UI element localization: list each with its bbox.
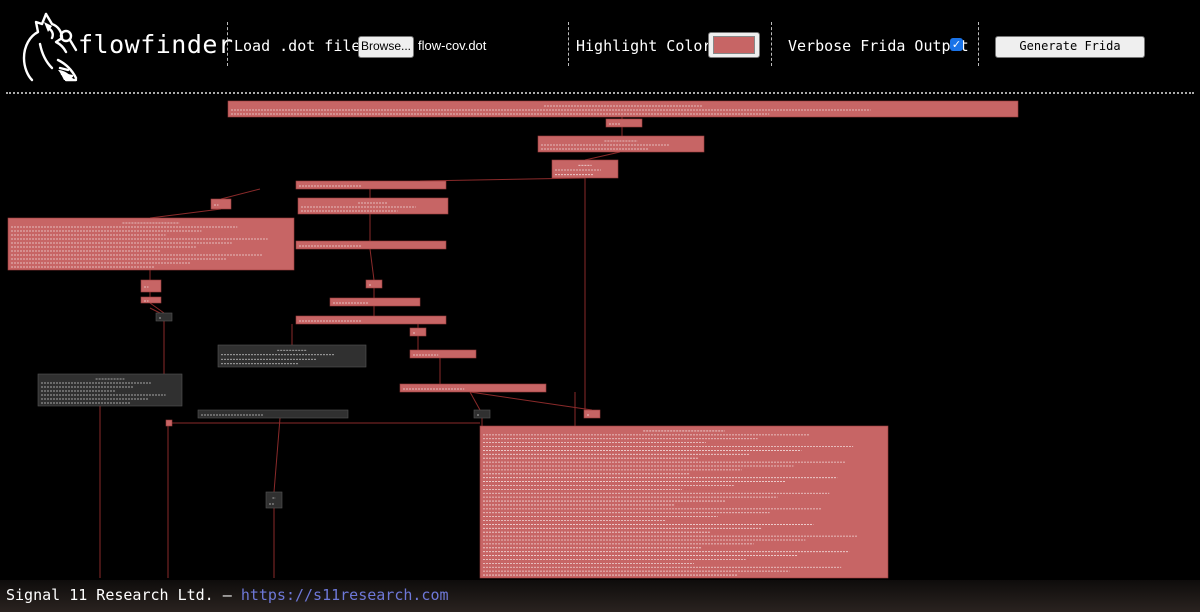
website-link[interactable]: https://s11research.com xyxy=(241,586,449,604)
cfg-node-highlighted[interactable] xyxy=(227,100,1019,118)
cfg-node-highlighted[interactable] xyxy=(409,349,477,359)
cfg-edge xyxy=(149,208,222,219)
cfg-edge xyxy=(584,151,621,161)
cfg-edge xyxy=(469,391,593,411)
load-dot-label: Load .dot file: xyxy=(234,37,370,55)
cfg-node[interactable] xyxy=(265,491,283,509)
divider xyxy=(771,22,772,66)
cfg-node-highlighted[interactable] xyxy=(165,419,173,427)
control-flow-graph[interactable] xyxy=(0,96,1200,580)
cfg-node-highlighted[interactable] xyxy=(295,180,447,190)
cfg-node-highlighted[interactable] xyxy=(537,135,705,153)
cfg-node-highlighted[interactable] xyxy=(409,327,427,337)
cfg-node-highlighted[interactable] xyxy=(605,118,643,128)
cfg-edge xyxy=(220,188,261,200)
divider xyxy=(568,22,569,66)
verbose-frida-checkbox[interactable]: ✓ xyxy=(950,38,963,51)
footer: Signal 11 Research Ltd. – https://s11res… xyxy=(0,580,1200,612)
generate-frida-script-button[interactable]: Generate Frida Script xyxy=(995,36,1145,71)
cfg-node[interactable] xyxy=(37,373,183,407)
company-name: Signal 11 Research Ltd. – xyxy=(6,586,232,604)
cfg-node-highlighted[interactable] xyxy=(7,217,295,271)
cfg-node[interactable] xyxy=(217,344,367,368)
toolbar: flowfinder Load .dot file: Browse... flo… xyxy=(0,0,1200,90)
cfg-node-highlighted[interactable] xyxy=(295,315,447,325)
app-title: flowfinder xyxy=(78,30,234,59)
divider xyxy=(978,22,979,66)
cfg-node-highlighted[interactable] xyxy=(295,240,447,250)
cfg-node-highlighted[interactable] xyxy=(551,159,619,179)
graph-nodes xyxy=(7,100,1019,579)
cfg-node-highlighted[interactable] xyxy=(583,409,601,419)
cfg-node-highlighted[interactable] xyxy=(399,383,547,393)
selected-file-name: flow-cov.dot xyxy=(418,38,487,53)
cfg-node-highlighted[interactable] xyxy=(140,279,162,293)
cfg-node[interactable] xyxy=(473,409,491,419)
cfg-node[interactable] xyxy=(197,409,349,419)
cfg-node-highlighted[interactable] xyxy=(365,279,383,289)
graph-canvas[interactable] xyxy=(0,96,1200,580)
highlight-color-label: Highlight Color: xyxy=(576,37,721,55)
cfg-node-highlighted[interactable] xyxy=(210,198,232,210)
footer-text: Signal 11 Research Ltd. – https://s11res… xyxy=(6,586,449,604)
header-divider xyxy=(6,92,1194,94)
cfg-edge xyxy=(469,391,481,411)
cfg-edge xyxy=(369,248,375,281)
color-swatch-fill xyxy=(713,36,755,54)
cfg-node-highlighted[interactable] xyxy=(140,296,162,304)
browse-button[interactable]: Browse... xyxy=(358,36,414,58)
verbose-frida-label: Verbose Frida Output xyxy=(788,37,969,55)
cfg-node-highlighted[interactable] xyxy=(479,425,889,579)
cfg-node-highlighted[interactable] xyxy=(297,197,449,215)
cfg-node[interactable] xyxy=(155,312,173,322)
cfg-edge xyxy=(273,417,281,493)
divider xyxy=(227,22,228,66)
cfg-node-highlighted[interactable] xyxy=(329,297,421,307)
cfg-edge xyxy=(419,177,586,182)
highlight-color-picker[interactable] xyxy=(708,32,760,58)
